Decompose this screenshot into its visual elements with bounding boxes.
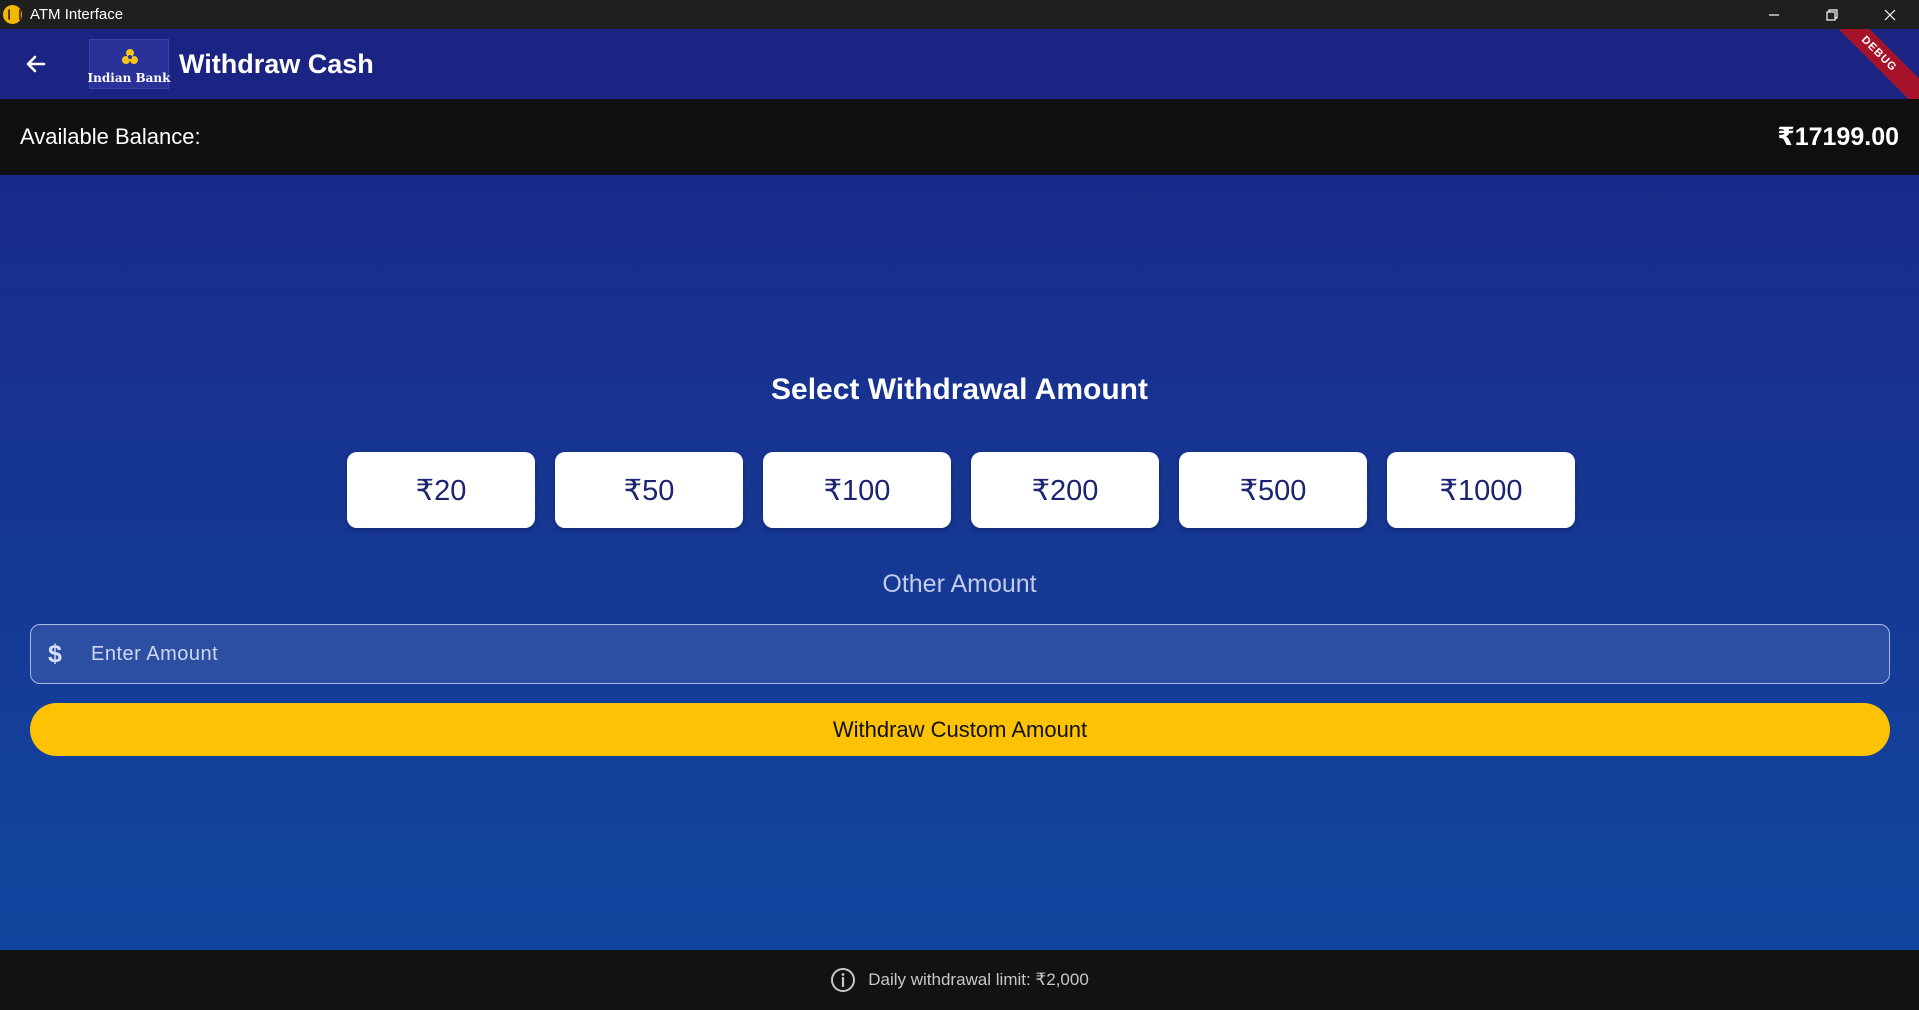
restore-icon <box>1826 8 1838 21</box>
balance-bar: Available Balance: ₹17199.00 <box>0 99 1919 175</box>
app-bar: Indian Bank Withdraw Cash DEBUG <box>0 29 1919 99</box>
amount-input-field[interactable]: $ <box>30 624 1890 684</box>
daily-limit-text: Daily withdrawal limit: ₹2,000 <box>868 970 1089 989</box>
window-controls <box>1745 0 1919 29</box>
other-amount-label: Other Amount <box>882 570 1037 598</box>
amount-button-20[interactable]: ₹20 <box>347 452 535 528</box>
dollar-icon: $ <box>48 639 62 668</box>
bank-logo-text: Indian Bank <box>87 71 171 85</box>
close-button[interactable] <box>1861 0 1919 29</box>
balance-value: ₹17199.00 <box>1777 123 1899 151</box>
section-title: Select Withdrawal Amount <box>771 373 1148 406</box>
amount-button-100[interactable]: ₹100 <box>763 452 951 528</box>
main-content: Select Withdrawal Amount ₹20 ₹50 ₹100 ₹2… <box>0 175 1919 950</box>
close-icon <box>1884 9 1896 20</box>
window-titlebar: ATM Interface <box>0 0 1919 29</box>
debug-label: DEBUG <box>1858 33 1900 75</box>
minimize-icon <box>1769 13 1779 16</box>
amount-button-200[interactable]: ₹200 <box>971 452 1159 528</box>
amount-button-50[interactable]: ₹50 <box>555 452 743 528</box>
amount-options: ₹20 ₹50 ₹100 ₹200 ₹500 ₹1000 <box>347 452 1575 528</box>
arrow-left-icon <box>26 55 46 73</box>
withdraw-custom-button[interactable]: Withdraw Custom Amount <box>30 703 1890 756</box>
balance-label: Available Balance: <box>20 124 201 149</box>
info-icon <box>831 968 856 992</box>
amount-button-1000[interactable]: ₹1000 <box>1387 452 1575 528</box>
bank-logo-mark-icon <box>122 49 138 64</box>
minimize-button[interactable] <box>1745 0 1803 29</box>
amount-input[interactable] <box>91 642 1791 666</box>
window-title: ATM Interface <box>30 6 124 23</box>
amount-button-500[interactable]: ₹500 <box>1179 452 1367 528</box>
debug-banner: DEBUG <box>1814 29 1919 99</box>
back-button[interactable] <box>20 48 52 80</box>
bank-logo: Indian Bank <box>87 39 171 89</box>
app-icon <box>3 5 22 24</box>
restore-button[interactable] <box>1803 0 1861 29</box>
footer: Daily withdrawal limit: ₹2,000 <box>0 950 1919 1010</box>
page-title: Withdraw Cash <box>179 48 374 79</box>
